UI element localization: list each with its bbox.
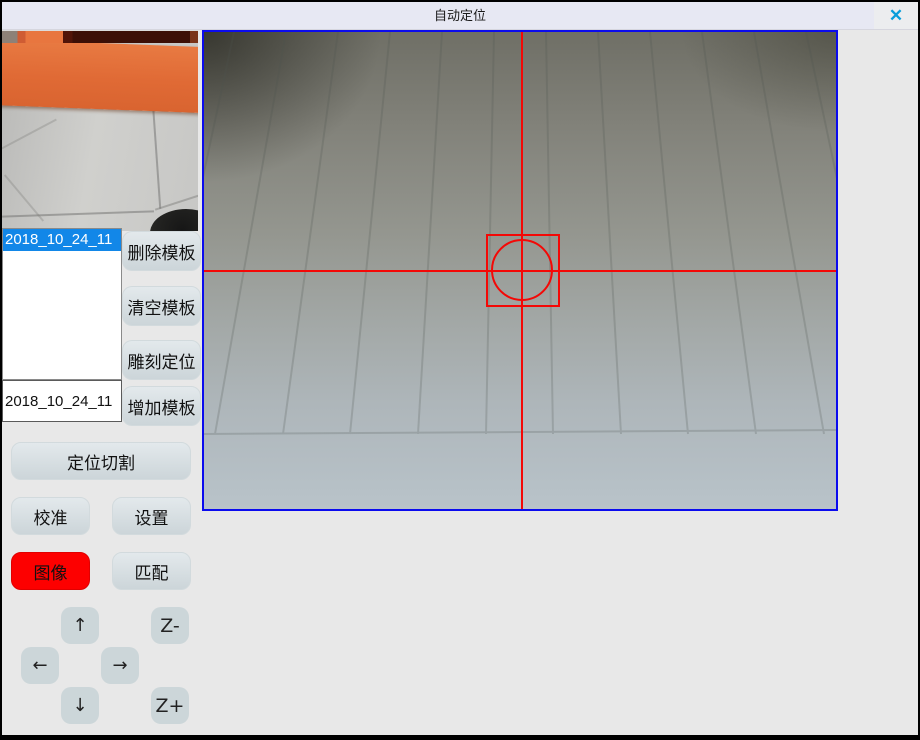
window-title: 自动定位 [2,2,918,29]
close-button[interactable]: ✕ [874,2,918,29]
engrave-position-button[interactable]: 雕刻定位 [122,340,201,380]
settings-button[interactable]: 设置 [112,497,191,535]
auto-position-dialog: 自动定位 ✕ 2018_10_24_11 删除模板 清空模板 雕刻定位 增加模板… [2,2,918,735]
z-minus-button[interactable]: Z- [151,607,189,644]
arrow-right-icon: → [112,655,127,676]
tile-grout-line [2,210,154,217]
arrow-left-icon: ← [32,655,47,676]
calibrate-button[interactable]: 校准 [11,497,90,535]
template-preview-image [2,30,198,231]
jog-down-button[interactable]: ↓ [61,687,99,724]
camera-view[interactable] [202,30,838,511]
position-cut-button[interactable]: 定位切割 [11,442,191,480]
delete-template-button[interactable]: 删除模板 [122,231,201,271]
close-icon: ✕ [889,6,903,25]
tile-grout-line [152,105,161,209]
add-template-button[interactable]: 增加模板 [122,386,201,426]
preview-top-strip [2,31,198,43]
z-plus-button[interactable]: Z+ [151,687,189,724]
list-item[interactable]: 2018_10_24_11 [3,229,121,251]
preview-orange-board [2,39,198,114]
arrow-down-icon: ↓ [72,695,87,716]
template-list[interactable]: 2018_10_24_11 [2,228,122,380]
jog-right-button[interactable]: → [101,647,139,684]
titlebar: 自动定位 ✕ [2,2,918,30]
jog-left-button[interactable]: ← [21,647,59,684]
tile-grout-line [155,193,198,210]
tile-grout-line [2,119,57,150]
template-name-input[interactable] [2,380,122,422]
z-plus-label: Z+ [156,695,185,717]
clear-templates-button[interactable]: 清空模板 [122,286,201,326]
match-button[interactable]: 匹配 [112,552,191,590]
z-minus-label: Z- [160,615,180,637]
jog-up-button[interactable]: ↑ [61,607,99,644]
image-button[interactable]: 图像 [11,552,90,590]
arrow-up-icon: ↑ [72,615,87,636]
match-region-circle [491,239,553,301]
